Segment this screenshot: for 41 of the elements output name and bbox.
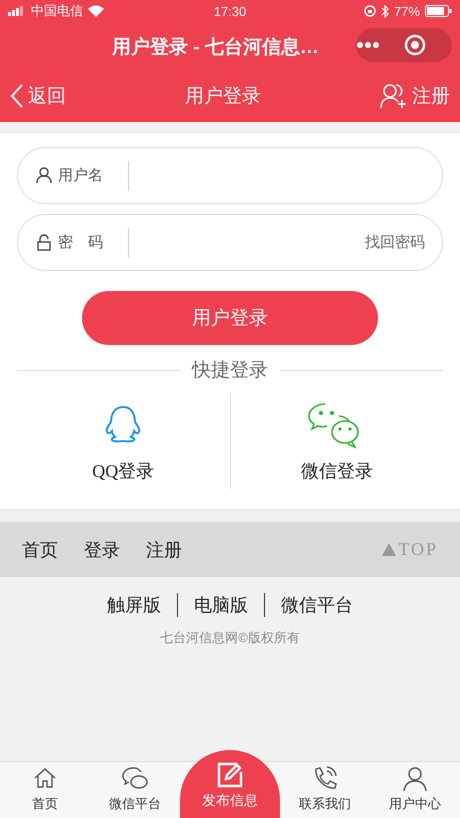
- signal-icon: [8, 6, 26, 16]
- forgot-password-link[interactable]: 找回密码: [365, 233, 425, 252]
- clock-time: 17:30: [214, 4, 246, 18]
- wifi-icon: [88, 5, 104, 17]
- tab-bar-item[interactable]: 用户中心: [370, 762, 460, 818]
- copyright-text: 七台河信息网©版权所有: [159, 629, 301, 647]
- login-button[interactable]: 用户登录: [82, 291, 378, 345]
- section-title: 快捷登录: [192, 359, 268, 383]
- register-button[interactable]: 注册: [380, 83, 450, 109]
- user-icon: [36, 167, 52, 184]
- version-link[interactable]: 触屏版: [91, 593, 177, 617]
- input-field[interactable]: 密 码 找回密码: [17, 214, 443, 271]
- tab-bar-item[interactable]: 首页: [0, 762, 90, 818]
- edit-icon: [217, 762, 243, 788]
- phone-icon: [312, 766, 338, 792]
- tab-bar-item[interactable]: 发布信息: [180, 750, 280, 818]
- bluetooth-icon: [380, 4, 389, 18]
- version-link[interactable]: 微信平台: [264, 593, 369, 617]
- field-label: 密 码: [58, 233, 103, 252]
- window-title: 用户登录 - 七台河信息…: [112, 36, 319, 60]
- tab-bar-item[interactable]: 联系我们: [280, 762, 370, 818]
- login-option-button[interactable]: 微信登录: [230, 393, 443, 489]
- back-button[interactable]: 返回: [10, 83, 66, 109]
- battery-icon: [424, 5, 452, 17]
- page-title: 用户登录: [185, 85, 261, 109]
- lock-rotation-icon: [364, 5, 376, 17]
- carrier-name: 中国电信: [31, 2, 83, 20]
- footer-link[interactable]: 首页: [22, 538, 58, 562]
- up-triangle-icon: [382, 543, 396, 556]
- version-link[interactable]: 电脑版: [177, 593, 264, 617]
- user-icon: [402, 766, 428, 792]
- field-label: 用户名: [58, 166, 103, 185]
- battery-percent: 77%: [394, 4, 420, 18]
- back-icon: [10, 84, 24, 108]
- footer-link[interactable]: 注册: [146, 538, 182, 562]
- footer-link[interactable]: 登录: [84, 538, 120, 562]
- tab-bar-item[interactable]: 微信平台: [90, 762, 180, 818]
- login-option-button[interactable]: QQ登录: [17, 393, 230, 489]
- add-user-icon: [380, 83, 408, 109]
- lock-icon: [36, 234, 52, 251]
- input-field[interactable]: 用户名: [17, 147, 443, 204]
